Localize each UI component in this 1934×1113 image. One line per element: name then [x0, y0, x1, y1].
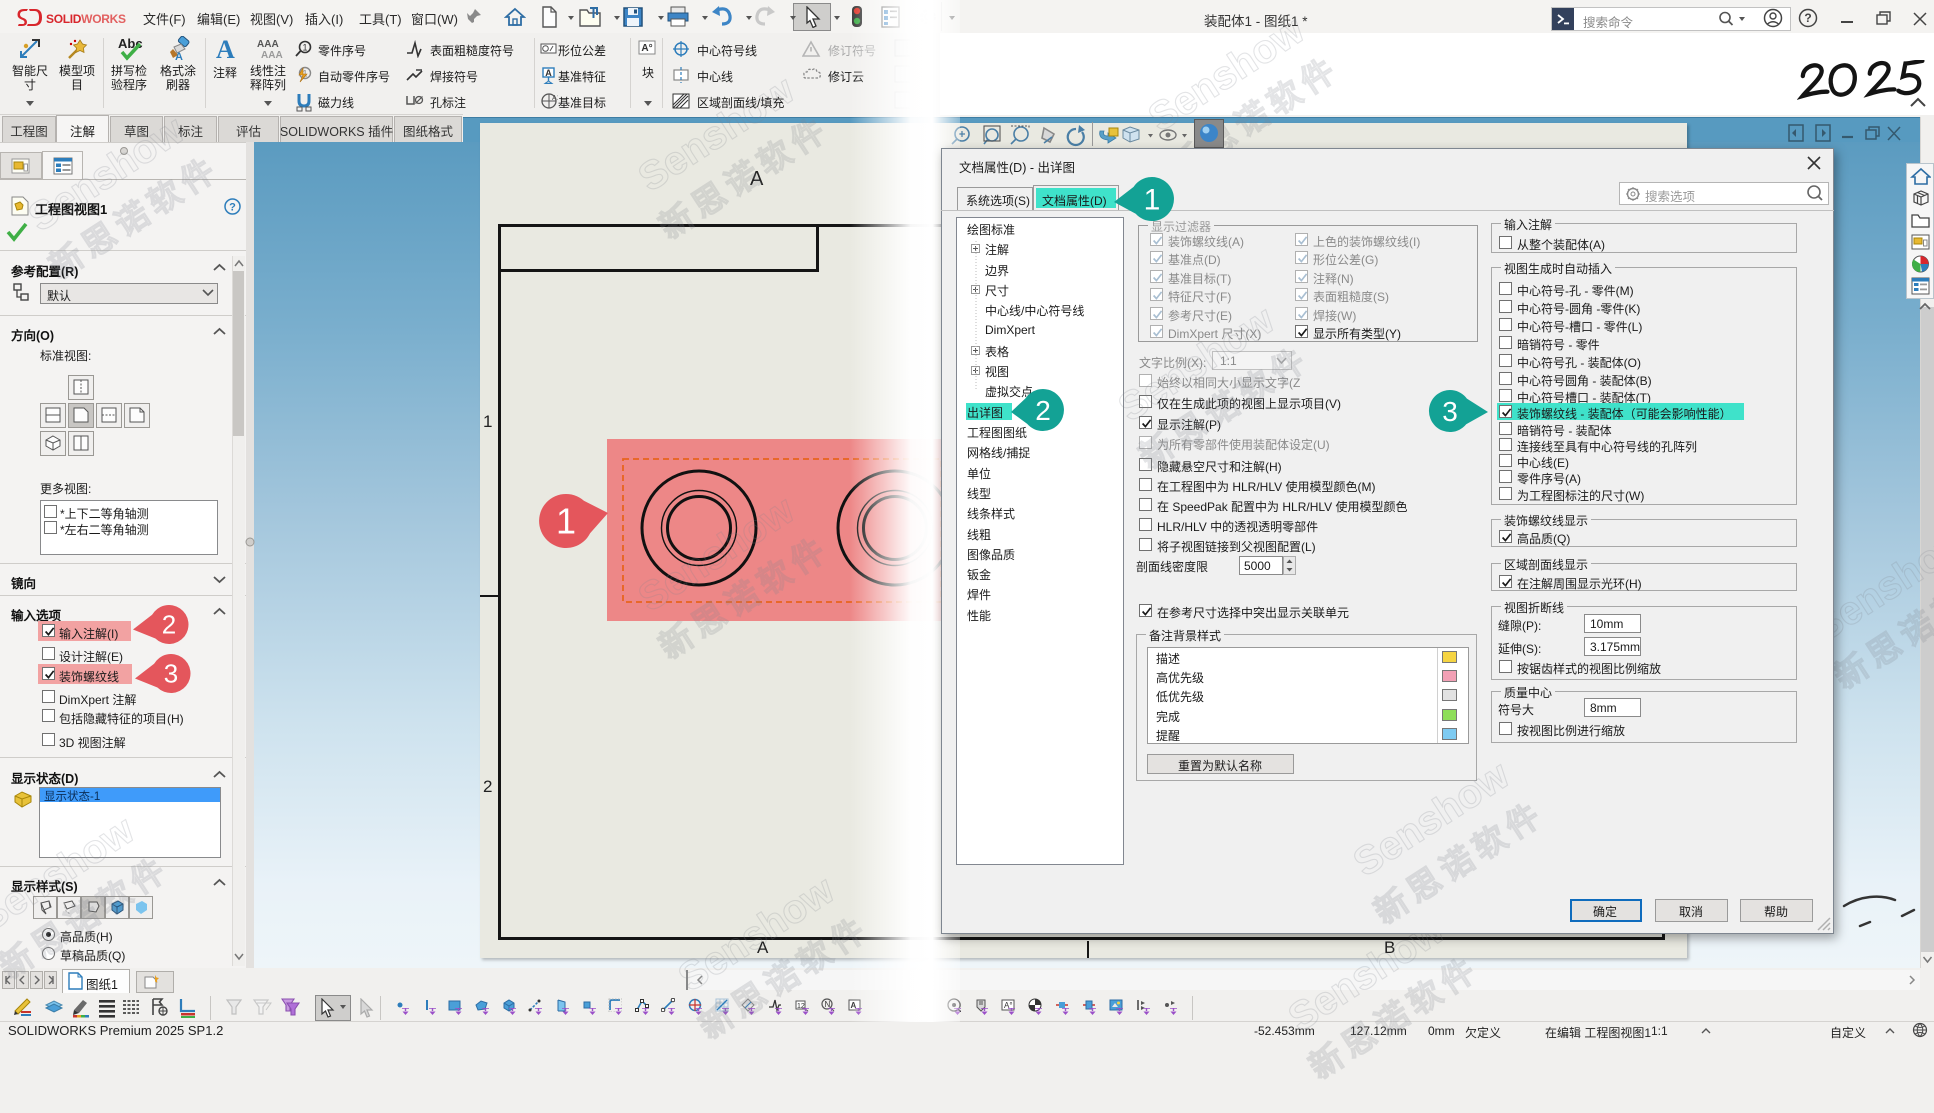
svg-text:AAA: AAA	[261, 50, 283, 60]
svg-text:A: A	[175, 51, 183, 62]
svg-text:1: 1	[1144, 184, 1161, 217]
svg-text:SOLIDWORKS: SOLIDWORKS	[46, 12, 126, 26]
svg-text:1: 1	[556, 501, 576, 542]
svg-text:2: 2	[1035, 395, 1051, 426]
svg-text:A°: A°	[641, 43, 652, 54]
svg-text:2: 2	[162, 609, 176, 639]
svg-text:A: A	[545, 68, 552, 78]
svg-text:AAA: AAA	[257, 39, 279, 50]
svg-text:1: 1	[302, 43, 307, 53]
svg-text:A: A	[216, 36, 235, 62]
svg-text:?: ?	[1804, 11, 1811, 25]
svg-text:?: ?	[229, 202, 236, 214]
svg-text:3: 3	[164, 658, 178, 688]
svg-text:3: 3	[1442, 396, 1458, 427]
